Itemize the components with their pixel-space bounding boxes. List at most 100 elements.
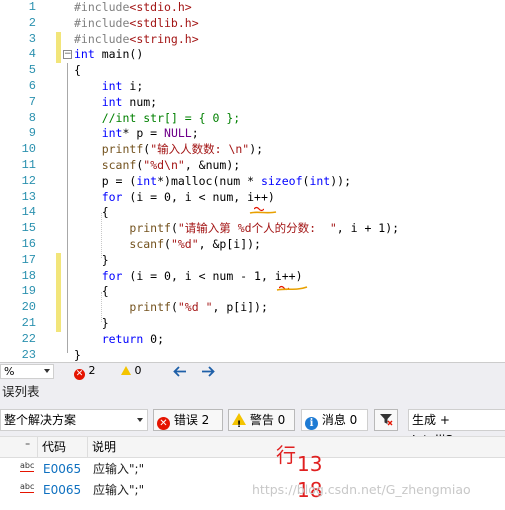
code-token: int <box>101 79 123 93</box>
code-text: { <box>74 205 109 221</box>
filter-toggle-button[interactable] <box>374 409 398 431</box>
fold-toggle-icon[interactable]: − <box>63 50 72 60</box>
error-code-link[interactable]: E0065 <box>43 480 81 501</box>
code-text: printf("%d ", p[i]); <box>74 300 268 316</box>
code-text: #include<string.h> <box>74 32 199 48</box>
code-line[interactable]: 12 p = (int*)malloc(num * sizeof(int)); <box>0 174 505 190</box>
code-token: #include <box>74 0 130 14</box>
code-token: ( <box>164 237 171 251</box>
code-line[interactable]: 5{ <box>0 63 505 79</box>
code-text: for (i = 0, i < num - 1, i++) <box>74 269 303 285</box>
fold-guide <box>67 63 68 353</box>
code-column-header[interactable]: 代码 <box>38 437 88 457</box>
code-line[interactable]: 21 } <box>0 316 505 332</box>
code-line[interactable]: 16 scanf("%d", &p[i]); <box>0 237 505 253</box>
code-token: printf <box>101 142 144 157</box>
code-text: #include<stdlib.h> <box>74 16 199 32</box>
code-line[interactable]: 7 int num; <box>0 95 505 111</box>
code-line[interactable]: 22 return 0; <box>0 332 505 348</box>
code-line[interactable]: 18 for (i = 0, i < num - 1, i++) <box>0 268 505 285</box>
syntax-error-icon: abc <box>20 461 35 472</box>
code-text: printf("请输入第 %d个人的分数: ", i + 1); <box>74 221 399 237</box>
arrow-right-icon[interactable] <box>201 366 215 377</box>
code-line[interactable]: 10 printf("输入人数数: \n"); <box>0 142 505 158</box>
code-token: )); <box>330 173 351 188</box>
zoom-select[interactable]: % <box>0 364 54 379</box>
code-text: } <box>74 316 109 332</box>
code-line[interactable]: 8 //int str[] = { 0 }; <box>0 111 505 127</box>
indent-guide <box>101 292 102 322</box>
arrow-left-icon[interactable] <box>173 366 187 377</box>
code-line[interactable]: 19 { <box>0 284 505 301</box>
sort-icon: ⁼ <box>25 441 31 452</box>
code-token: { <box>74 284 109 299</box>
scope-value: 整个解决方案 <box>4 413 77 427</box>
code-text: int num; <box>74 95 157 111</box>
error-grid-header: ⁼ 代码 说明 <box>0 436 505 458</box>
code-editor[interactable]: 1 #include<stdio.h> 2 #include<stdlib.h> 3 #i… <box>0 0 505 362</box>
icon-column-header[interactable]: ⁼ <box>0 437 38 457</box>
code-token: <stdlib.h> <box>129 15 199 30</box>
code-line[interactable]: 2 #include<stdlib.h> <box>0 16 505 32</box>
code-token: int <box>74 47 95 62</box>
code-text: scanf("%d\n", &num); <box>74 158 241 174</box>
code-token: main() <box>94 47 144 62</box>
error-count: 2 <box>88 364 96 377</box>
editor-status-bar: % ✕ 2 0 <box>0 362 505 380</box>
code-token: printf <box>129 300 171 315</box>
code-token: #include <box>74 15 130 30</box>
change-bar <box>56 300 61 316</box>
description-column-label: 说明 <box>92 440 117 454</box>
error-description: 应输入";" <box>93 483 145 497</box>
line-number: 1 <box>28 0 36 14</box>
code-text: int i; <box>74 79 144 95</box>
warning-count-indicator[interactable]: 0 <box>121 364 142 377</box>
code-token: int <box>101 94 123 109</box>
code-text: int* p = NULL; <box>74 126 199 142</box>
code-text: { <box>74 284 109 300</box>
error-count-indicator[interactable]: ✕ 2 <box>74 364 96 380</box>
annotation-row-text: 行 <box>276 443 296 467</box>
code-text: //int str[] = { 0 }; <box>74 111 240 127</box>
code-token: <stdio.h> <box>129 0 192 14</box>
warning-count: 0 <box>134 364 142 377</box>
code-column-label: 代码 <box>42 440 67 454</box>
line-number: 10 <box>21 142 36 157</box>
code-text: { <box>74 63 81 79</box>
code-line[interactable]: 11 scanf("%d\n", &num); <box>0 158 505 174</box>
build-filter-select[interactable]: 生成 + IntelliSen <box>408 409 505 447</box>
code-line[interactable]: 6 int i; <box>0 79 505 95</box>
warnings-filter-button[interactable]: ! 警告 0 <box>228 409 295 431</box>
code-line[interactable]: 15 printf("请输入第 %d个人的分数: ", i + 1); <box>0 221 505 237</box>
panel-title: 误列表 <box>0 380 505 404</box>
code-line[interactable]: 4 − int main() <box>0 47 505 64</box>
code-text: } <box>74 253 109 269</box>
code-line[interactable]: 13 for (i = 0, i < num, i++) <box>0 190 505 206</box>
line-number: 13 <box>21 189 36 204</box>
code-text: int main() <box>74 47 143 63</box>
scope-select[interactable]: 整个解决方案 <box>0 409 148 431</box>
messages-filter-button[interactable]: i 消息 0 <box>301 409 368 431</box>
code-line[interactable]: 17 } <box>0 252 505 269</box>
code-line[interactable]: 3 #include<string.h> <box>0 31 505 48</box>
code-token: "输入人数数: \n" <box>150 142 250 157</box>
code-token: , &p[i]); <box>198 237 261 251</box>
error-row[interactable]: abc E0065 应输入";" <box>0 459 505 480</box>
code-token: , p[i]); <box>212 300 268 315</box>
code-line[interactable]: 20 printf("%d ", p[i]); <box>0 300 505 316</box>
error-code-link[interactable]: E0065 <box>43 459 81 480</box>
code-line[interactable]: 9 int* p = NULL; <box>0 126 505 142</box>
errors-filter-button[interactable]: ✕ 错误 2 <box>153 409 223 431</box>
warnings-filter-label: 警告 0 <box>249 413 286 427</box>
code-token: for <box>101 189 123 204</box>
code-token: (i = 0, i < num, i++) <box>122 189 275 204</box>
code-token: int <box>309 173 331 188</box>
code-token: NULL <box>164 126 192 141</box>
code-token: ( <box>170 221 178 236</box>
code-token: "请输入第 %d个人的分数: " <box>177 221 337 236</box>
code-line[interactable]: 1 #include<stdio.h> <box>0 0 505 16</box>
